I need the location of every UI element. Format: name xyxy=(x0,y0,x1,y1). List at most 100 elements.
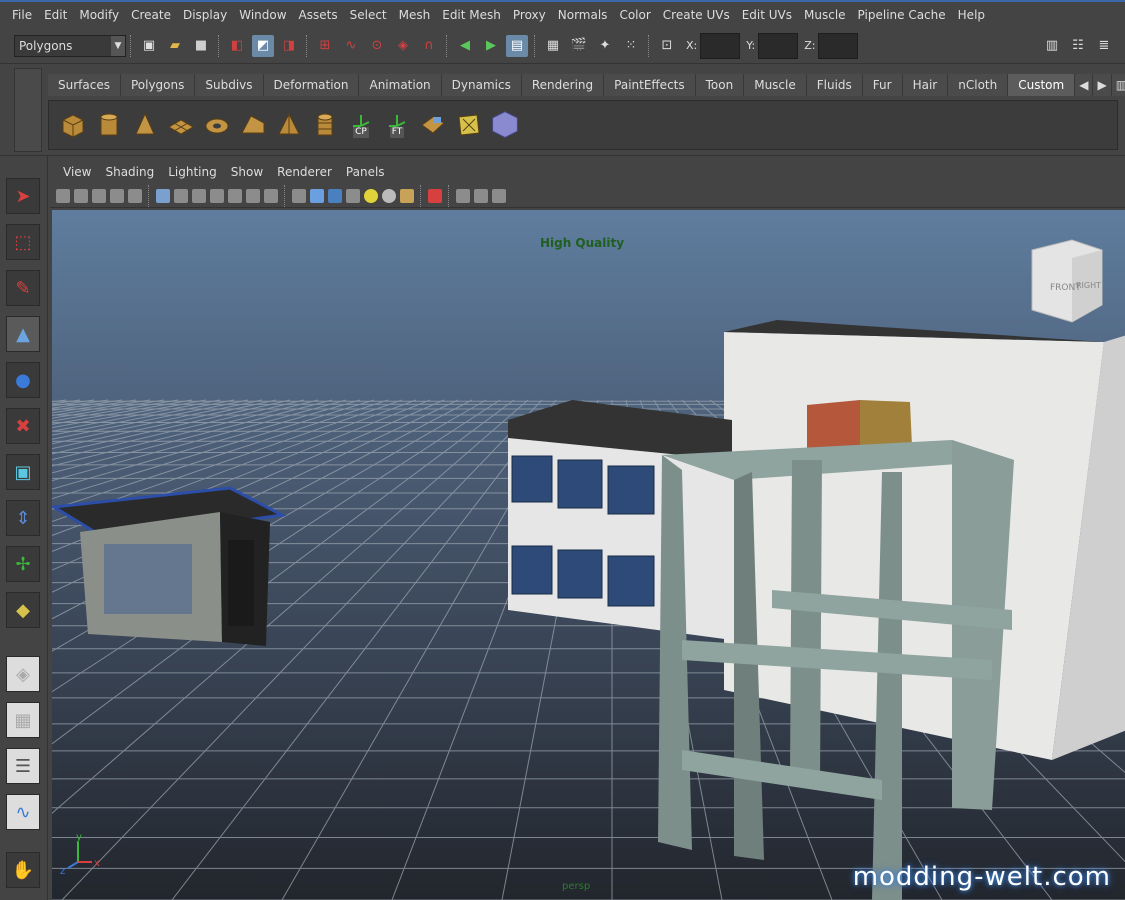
poly-pipe-icon[interactable] xyxy=(310,110,340,140)
film-gate-icon[interactable] xyxy=(174,188,188,203)
shelf-tab-animation[interactable]: Animation xyxy=(359,74,442,96)
shelf-scroll-left-icon[interactable]: ◀ xyxy=(1075,74,1094,96)
isolate-select-icon[interactable] xyxy=(428,188,442,203)
shelf-tab-hair[interactable]: Hair xyxy=(902,74,949,96)
center-pivot-icon[interactable]: CP xyxy=(346,110,376,140)
3d-viewport[interactable]: FRONT RIGHT y x z High Quality persp mod… xyxy=(52,210,1125,900)
menu-create[interactable]: Create xyxy=(125,8,177,22)
rotate-tool-icon[interactable]: ✖ xyxy=(6,408,40,444)
wireframe-icon[interactable] xyxy=(292,188,306,203)
menu-proxy[interactable]: Proxy xyxy=(507,8,552,22)
menu-pipeline-cache[interactable]: Pipeline Cache xyxy=(852,8,952,22)
textured-icon[interactable] xyxy=(346,188,360,203)
xray-icon[interactable] xyxy=(456,188,470,203)
select-component-icon[interactable]: ◨ xyxy=(278,35,300,57)
xray-components-icon[interactable] xyxy=(492,188,506,203)
lasso-tool-icon[interactable]: ⬚ xyxy=(6,224,40,260)
snap-grid-icon[interactable]: ⊞ xyxy=(314,35,336,57)
select-object-icon[interactable]: ◩ xyxy=(252,34,274,57)
select-tool-icon[interactable]: ➤ xyxy=(6,178,40,214)
menu-assets[interactable]: Assets xyxy=(293,8,344,22)
poly-prism-icon[interactable] xyxy=(238,110,268,140)
safe-action-icon[interactable] xyxy=(246,188,260,203)
panel-menu-panels[interactable]: Panels xyxy=(339,165,392,179)
select-hierarchy-icon[interactable]: ◧ xyxy=(226,35,248,57)
safe-title-icon[interactable] xyxy=(264,188,278,203)
soft-mod-tool-icon[interactable]: ✢ xyxy=(6,546,40,582)
shelf-tab-ncloth[interactable]: nCloth xyxy=(948,74,1009,96)
poly-pyramid-icon[interactable] xyxy=(274,110,304,140)
menu-mesh[interactable]: Mesh xyxy=(393,8,437,22)
shelf-menu-icon[interactable]: ▥ xyxy=(1111,74,1125,96)
menu-modify[interactable]: Modify xyxy=(73,8,125,22)
manipulator-tool-icon[interactable]: ⇕ xyxy=(6,500,40,536)
magnet-icon[interactable]: ∩ xyxy=(418,35,440,57)
history-input-icon[interactable]: ◀ xyxy=(454,35,476,57)
panel-menu-lighting[interactable]: Lighting xyxy=(161,165,224,179)
camera-attributes-icon[interactable] xyxy=(74,188,88,203)
camera-select-icon[interactable] xyxy=(56,188,70,203)
panel-menu-show[interactable]: Show xyxy=(224,165,270,179)
attribute-editor-icon[interactable]: ▥ xyxy=(1041,35,1063,57)
two-d-pan-icon[interactable] xyxy=(128,188,142,203)
menu-help[interactable]: Help xyxy=(952,8,991,22)
shadows-icon[interactable] xyxy=(382,188,396,203)
shelf-tab-fur[interactable]: Fur xyxy=(862,74,903,96)
snap-curve-icon[interactable]: ∿ xyxy=(340,35,362,57)
shelf-scroll-right-icon[interactable]: ▶ xyxy=(1093,74,1112,96)
x-coord-field[interactable] xyxy=(700,32,741,59)
menu-color[interactable]: Color xyxy=(613,8,656,22)
shelf-tab-surfaces[interactable]: Surfaces xyxy=(48,74,121,96)
view-cube[interactable]: FRONT RIGHT xyxy=(1031,239,1103,323)
smooth-shade-icon[interactable] xyxy=(310,188,324,203)
menu-file[interactable]: File xyxy=(6,8,38,22)
shelf-tab-polygons[interactable]: Polygons xyxy=(120,74,196,96)
poly-cube-icon[interactable] xyxy=(58,110,88,140)
menu-edit-uvs[interactable]: Edit UVs xyxy=(736,8,798,22)
render-frame-icon[interactable]: 🎬 xyxy=(568,35,590,57)
poly-cone-icon[interactable] xyxy=(130,110,160,140)
shelf-tab-fluids[interactable]: Fluids xyxy=(806,74,863,96)
shelf-tab-toon[interactable]: Toon xyxy=(695,74,745,96)
poly-torus-icon[interactable] xyxy=(202,110,232,140)
construction-history-icon[interactable]: ▤ xyxy=(506,34,528,57)
use-all-lights-icon[interactable] xyxy=(364,188,378,203)
bookmark-icon[interactable] xyxy=(92,188,106,203)
snap-point-icon[interactable]: ⊙ xyxy=(366,35,388,57)
move-tool-icon[interactable]: ● xyxy=(6,362,40,398)
shelf-tab-deformation[interactable]: Deformation xyxy=(263,74,360,96)
i3d-export-icon[interactable] xyxy=(490,110,520,140)
panel-menu-view[interactable]: View xyxy=(56,165,98,179)
channel-box-icon[interactable]: ≣ xyxy=(1093,35,1115,57)
menu-select[interactable]: Select xyxy=(344,8,393,22)
shelf-tab-dynamics[interactable]: Dynamics xyxy=(441,74,522,96)
tool-settings-icon[interactable]: ☷ xyxy=(1067,35,1089,57)
transform-input-icon[interactable]: ⊡ xyxy=(656,35,678,57)
shelf-tab-painteffects[interactable]: PaintEffects xyxy=(604,74,696,96)
shelf-tab-custom[interactable]: Custom xyxy=(1008,74,1076,96)
resolution-gate-icon[interactable] xyxy=(192,188,206,203)
menu-display[interactable]: Display xyxy=(177,8,233,22)
menu-edit[interactable]: Edit xyxy=(38,8,73,22)
shelf-tab-rendering[interactable]: Rendering xyxy=(521,74,605,96)
uv-map-icon[interactable] xyxy=(418,110,448,140)
menu-set-dropdown[interactable]: Polygons ▼ xyxy=(14,34,126,57)
grid-toggle-icon[interactable] xyxy=(156,188,170,203)
snap-plane-icon[interactable]: ◈ xyxy=(392,35,414,57)
render-settings-icon[interactable]: ⁙ xyxy=(620,35,642,57)
high-quality-icon[interactable] xyxy=(400,188,414,203)
shelf-tab-subdivs[interactable]: Subdivs xyxy=(195,74,264,96)
save-scene-icon[interactable]: ■ xyxy=(190,35,212,57)
menu-window[interactable]: Window xyxy=(233,8,292,22)
freeze-transform-icon[interactable]: FT xyxy=(382,110,412,140)
panel-menu-renderer[interactable]: Renderer xyxy=(270,165,339,179)
menu-muscle[interactable]: Muscle xyxy=(798,8,852,22)
shelf-tab-muscle[interactable]: Muscle xyxy=(744,74,807,96)
last-tool-icon[interactable]: ◆ xyxy=(6,592,40,628)
gate-mask-icon[interactable] xyxy=(210,188,224,203)
uv-editor-icon[interactable] xyxy=(454,110,484,140)
xray-joints-icon[interactable] xyxy=(474,188,488,203)
scale-tool-icon[interactable]: ▣ xyxy=(6,454,40,490)
new-scene-icon[interactable]: ▣ xyxy=(138,35,160,57)
menu-normals[interactable]: Normals xyxy=(552,8,614,22)
